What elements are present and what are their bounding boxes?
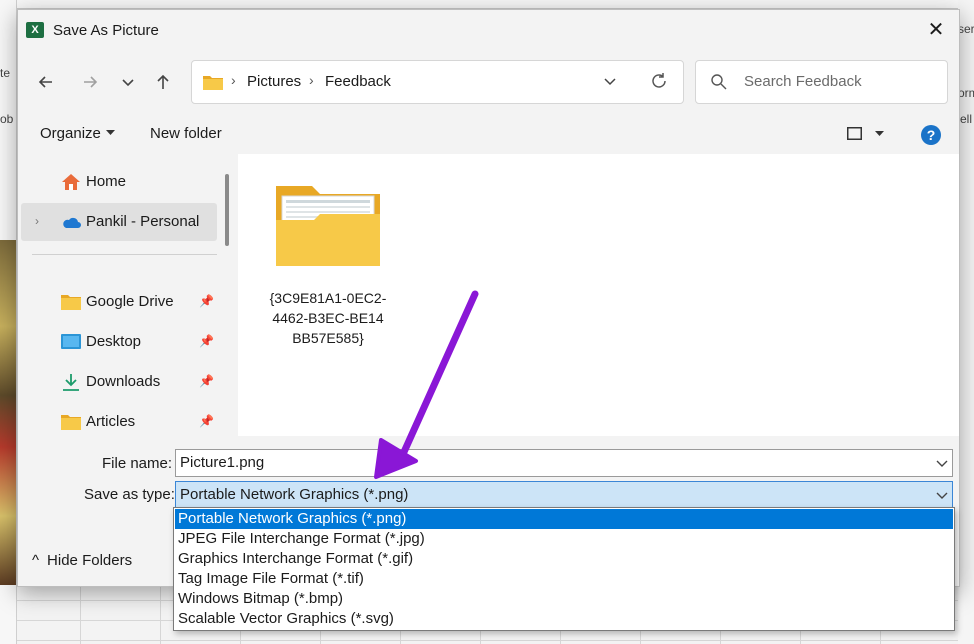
save-type-dropdown-list: Portable Network Graphics (*.png) JPEG F… (173, 507, 955, 631)
breadcrumb-separator: › (309, 72, 314, 88)
chevron-down-icon[interactable] (936, 492, 948, 500)
recent-locations-button[interactable] (114, 68, 142, 96)
background-text-fragment: ell (960, 112, 973, 126)
file-name-label: File name: (102, 455, 173, 472)
save-type-option[interactable]: Tag Image File Format (*.tif) (175, 569, 953, 589)
sidebar-item-label: Desktop (86, 333, 142, 350)
sidebar-item-desktop[interactable]: Desktop 📌 (21, 323, 217, 361)
background-text-fragment: te (0, 66, 11, 80)
save-type-option[interactable]: JPEG File Interchange Format (*.jpg) (175, 529, 953, 549)
chevron-up-icon: ^ (32, 552, 40, 569)
up-button[interactable] (149, 68, 177, 96)
desktop-icon (61, 334, 81, 349)
sidebar-item-label: Google Drive (86, 293, 174, 310)
hide-folders-label: Hide Folders (47, 552, 133, 569)
pin-icon[interactable]: 📌 (199, 294, 214, 308)
refresh-icon[interactable] (650, 72, 668, 90)
hide-folders-button[interactable]: ^ Hide Folders (32, 552, 132, 569)
breadcrumb-pictures[interactable]: Pictures (247, 73, 301, 90)
folder-icon (276, 186, 380, 266)
file-list: {3C9E81A1-0EC2-4462-B3EC-BE14BB57E585} (238, 154, 959, 436)
dialog-title: Save As Picture (53, 22, 159, 39)
arrow-up-icon (157, 74, 169, 89)
chevron-down-icon (122, 79, 134, 87)
home-icon (62, 174, 80, 190)
sidebar-item-label: Pankil - Personal (86, 213, 200, 230)
folder-icon (203, 76, 223, 90)
background-text-fragment: ob (0, 112, 14, 126)
arrow-left-icon (38, 76, 52, 88)
search-input[interactable] (744, 73, 934, 90)
sidebar-scrollbar[interactable] (225, 174, 229, 246)
command-bar: Organize New folder ? (18, 114, 959, 155)
pin-icon[interactable]: 📌 (199, 414, 214, 428)
save-as-dialog: X Save As Picture ✕ › Pictures › Feedbac… (17, 9, 960, 587)
back-button[interactable] (32, 68, 60, 96)
organize-button[interactable]: Organize (40, 125, 101, 142)
background-ribbon-edge (0, 0, 974, 9)
pin-icon[interactable]: 📌 (199, 374, 214, 388)
pin-icon[interactable]: 📌 (199, 334, 214, 348)
sidebar-item-label: Downloads (86, 373, 161, 390)
forward-button[interactable] (76, 68, 104, 96)
view-options-icon[interactable] (847, 127, 862, 140)
sidebar-divider (32, 254, 217, 255)
arrow-right-icon (84, 76, 98, 88)
folder-icon (61, 295, 81, 310)
file-name-value[interactable]: Picture1.png (180, 454, 264, 471)
save-type-value: Portable Network Graphics (*.png) (180, 486, 409, 503)
file-name-field[interactable]: Picture1.png (175, 449, 953, 477)
breadcrumb-separator: › (231, 72, 236, 88)
background-text-fragment: orm (958, 86, 974, 100)
excel-app-icon: X (26, 22, 44, 38)
save-type-option[interactable]: Portable Network Graphics (*.png) (175, 509, 953, 529)
chevron-right-icon[interactable]: › (35, 214, 39, 228)
help-icon[interactable]: ? (921, 125, 941, 145)
sidebar-item-label: Articles (86, 413, 136, 430)
new-folder-button[interactable]: New folder (150, 125, 222, 142)
caret-down-icon[interactable] (875, 131, 884, 137)
caret-down-icon (106, 130, 115, 135)
save-type-select[interactable]: Portable Network Graphics (*.png) (175, 481, 953, 509)
folder-item[interactable]: {3C9E81A1-0EC2-4462-B3EC-BE14BB57E585} (268, 176, 388, 356)
save-type-option[interactable]: Windows Bitmap (*.bmp) (175, 589, 953, 609)
search-icon (711, 74, 727, 90)
folder-icon (61, 415, 81, 430)
save-type-option[interactable]: Scalable Vector Graphics (*.svg) (175, 609, 953, 629)
search-box[interactable] (695, 60, 948, 104)
close-button[interactable]: ✕ (918, 14, 954, 46)
save-type-option[interactable]: Graphics Interchange Format (*.gif) (175, 549, 953, 569)
chevron-down-icon[interactable] (936, 460, 948, 468)
save-type-label: Save as type: (84, 486, 175, 503)
navigation-bar: › Pictures › Feedback (18, 50, 959, 114)
title-bar: X Save As Picture ✕ (18, 10, 959, 50)
sidebar-item-downloads[interactable]: Downloads 📌 (21, 363, 217, 401)
sidebar-item-google-drive[interactable]: Google Drive 📌 (21, 283, 217, 321)
sidebar-item-label: Home (86, 173, 127, 190)
background-text-fragment: ser (958, 22, 974, 36)
sidebar-item-home[interactable]: Home (21, 163, 217, 201)
address-bar[interactable]: › Pictures › Feedback (191, 60, 684, 104)
breadcrumb-feedback[interactable]: Feedback (325, 73, 391, 90)
download-icon (63, 374, 79, 391)
onedrive-cloud-icon (63, 217, 81, 228)
background-photo (0, 240, 16, 585)
sidebar-item-pankil-personal[interactable]: › Pankil - Personal (21, 203, 217, 241)
navigation-pane: Home › Pankil - Personal Google Drive 📌 … (18, 154, 238, 436)
chevron-down-icon[interactable] (602, 73, 618, 89)
folder-name: {3C9E81A1-0EC2-4462-B3EC-BE14BB57E585} (269, 290, 387, 346)
